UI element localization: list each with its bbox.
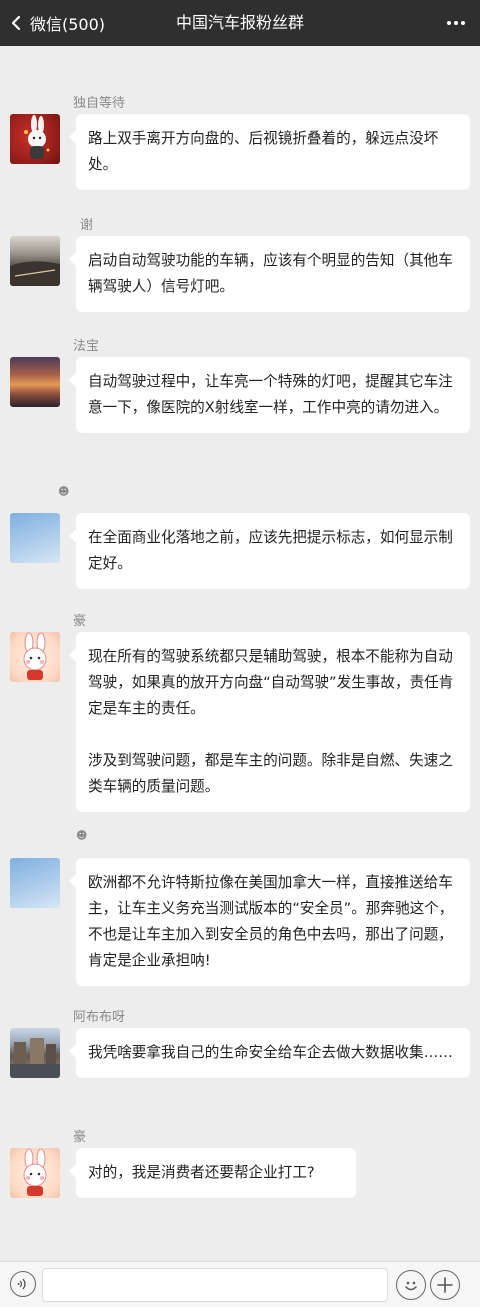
blue-sky-avatar[interactable] <box>10 513 60 563</box>
message-bubble[interactable]: 自动驾驶过程中，让车亮一个特殊的灯吧，提醒其它车注意一下，像医院的X射线室一样，… <box>69 357 470 433</box>
message-bubble[interactable]: 现在所有的驾驶系统都只是辅助驾驶，根本不能称为自动驾驶，如果真的放开方向盘“自动… <box>69 632 470 812</box>
emoji-button[interactable] <box>396 1270 426 1300</box>
message-bubble[interactable]: 路上双手离开方向盘的、后视镜折叠着的，躲远点没坏处。 <box>69 114 470 190</box>
plus-icon <box>437 1277 453 1293</box>
more-options-button[interactable] <box>444 0 468 46</box>
top-navigation-bar: 微信(500) 中国汽车报粉丝群 <box>0 0 480 46</box>
sender-name: 豪 <box>73 614 87 629</box>
sender-name: 阿布布呀 <box>73 1010 126 1025</box>
chevron-left-icon <box>11 15 21 31</box>
message-input-bar <box>0 1261 480 1307</box>
smiley-icon <box>405 1281 417 1291</box>
cartoon-rabbit-avatar[interactable] <box>10 632 60 682</box>
sender-name: ☻ <box>58 485 70 498</box>
back-label: 微信(500) <box>30 15 106 34</box>
rabbit-on-red-avatar[interactable] <box>10 114 60 164</box>
road-photo-avatar[interactable] <box>10 236 60 286</box>
sender-name: 法宝 <box>73 339 100 354</box>
voice-input-button[interactable] <box>10 1271 36 1297</box>
message-bubble[interactable]: 我凭啥要拿我自己的生命安全给车企去做大数据收集…… <box>69 1028 470 1078</box>
message-bubble[interactable]: 对的，我是消费者还要帮企业打工? <box>69 1148 356 1198</box>
sender-name: 豪 <box>73 1130 87 1145</box>
town-street-avatar[interactable] <box>10 1028 60 1078</box>
message-bubble[interactable]: 欧洲都不允许特斯拉像在美国加拿大一样，直接推送给车主，让车主义务充当测试版本的“… <box>69 858 470 986</box>
sunset-photo-avatar[interactable] <box>10 357 60 407</box>
back-button[interactable]: 微信(500) <box>8 0 105 46</box>
message-bubble[interactable]: 启动自动驾驶功能的车辆，应该有个明显的告知（其他车辆驾驶人）信号灯吧。 <box>69 236 470 312</box>
sender-name: ☻ <box>76 829 88 842</box>
more-dots-icon <box>447 21 465 25</box>
cartoon-rabbit-avatar[interactable] <box>10 1148 60 1198</box>
message-text-input[interactable] <box>42 1268 388 1302</box>
voice-icon <box>17 1278 26 1290</box>
sender-name: 独自等待 <box>73 96 126 111</box>
blue-sky-avatar[interactable] <box>10 858 60 908</box>
message-bubble[interactable]: 在全面商业化落地之前，应该先把提示标志，如何显示制定好。 <box>69 513 470 589</box>
sender-name: 谢 <box>80 218 94 233</box>
more-functions-button[interactable] <box>430 1270 460 1300</box>
chat-message-list[interactable]: 独自等待 路上双手离开方向盘的、后视镜折叠着的，躲远点没坏处。 谢 启动自动驾驶… <box>0 46 480 1261</box>
